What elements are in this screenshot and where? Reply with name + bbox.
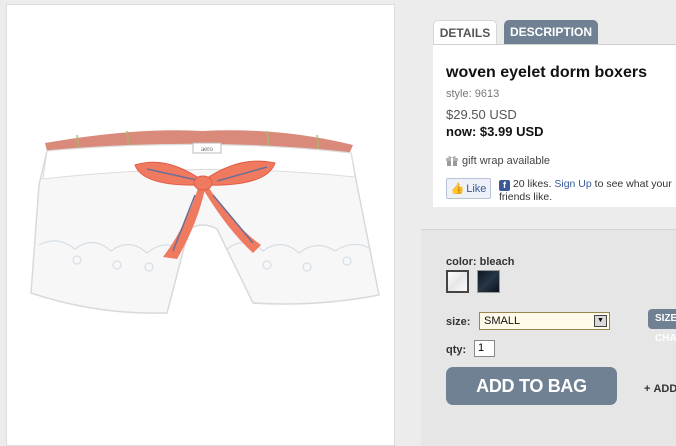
swatch-bleach[interactable] bbox=[446, 270, 469, 293]
product-name: woven eyelet dorm boxers bbox=[446, 64, 647, 81]
qty-input[interactable]: 1 bbox=[474, 340, 495, 357]
size-value: SMALL bbox=[484, 315, 521, 327]
like-label: Like bbox=[466, 182, 487, 195]
size-label: size: bbox=[446, 316, 471, 328]
details-card: woven eyelet dorm boxers style: 9613 $29… bbox=[433, 44, 676, 207]
color-label: color: bleach bbox=[446, 256, 515, 268]
price-now: now: $3.99 USD bbox=[446, 124, 544, 139]
product-image-panel: aero bbox=[6, 4, 395, 446]
thumbs-up-icon: 👍 bbox=[450, 183, 465, 195]
facebook-like-text: f 20 likes. Sign Up to see what your fri… bbox=[499, 178, 676, 204]
size-chart-button[interactable]: SIZE CHART bbox=[648, 309, 676, 344]
chevron-down-icon[interactable]: ▼ bbox=[594, 315, 607, 327]
product-image[interactable]: aero bbox=[17, 125, 387, 345]
qty-label: qty: bbox=[446, 344, 467, 356]
tab-description[interactable]: DESCRIPTION bbox=[504, 20, 598, 45]
likes-count: 20 likes. bbox=[512, 178, 552, 190]
price-original: $29.50 USD bbox=[446, 107, 517, 122]
facebook-like-button[interactable]: 👍 Like bbox=[446, 178, 491, 199]
swatch-navy[interactable] bbox=[477, 270, 500, 293]
product-style: style: 9613 bbox=[446, 88, 500, 100]
gift-wrap-info: gift wrap available bbox=[446, 155, 550, 167]
facebook-signup-link[interactable]: Sign Up bbox=[554, 178, 591, 190]
brand-tag: aero bbox=[201, 145, 214, 153]
tab-details[interactable]: DETAILS bbox=[433, 20, 497, 45]
product-info-panel: DETAILS DESCRIPTION woven eyelet dorm bo… bbox=[421, 0, 676, 446]
size-select[interactable]: SMALL ▼ bbox=[479, 312, 610, 330]
purchase-options: color: bleach size: SMALL ▼ SIZE CHART q… bbox=[421, 229, 676, 446]
gift-wrap-label: gift wrap available bbox=[462, 155, 551, 167]
gift-icon bbox=[446, 156, 458, 166]
add-to-wishlist-link[interactable]: + ADD TO WISHLIST bbox=[644, 383, 676, 395]
add-to-bag-button[interactable]: ADD TO BAG bbox=[446, 367, 617, 405]
facebook-icon: f bbox=[499, 180, 510, 191]
add-to-wishlist-label: ADD TO WISHLIST bbox=[653, 383, 676, 395]
